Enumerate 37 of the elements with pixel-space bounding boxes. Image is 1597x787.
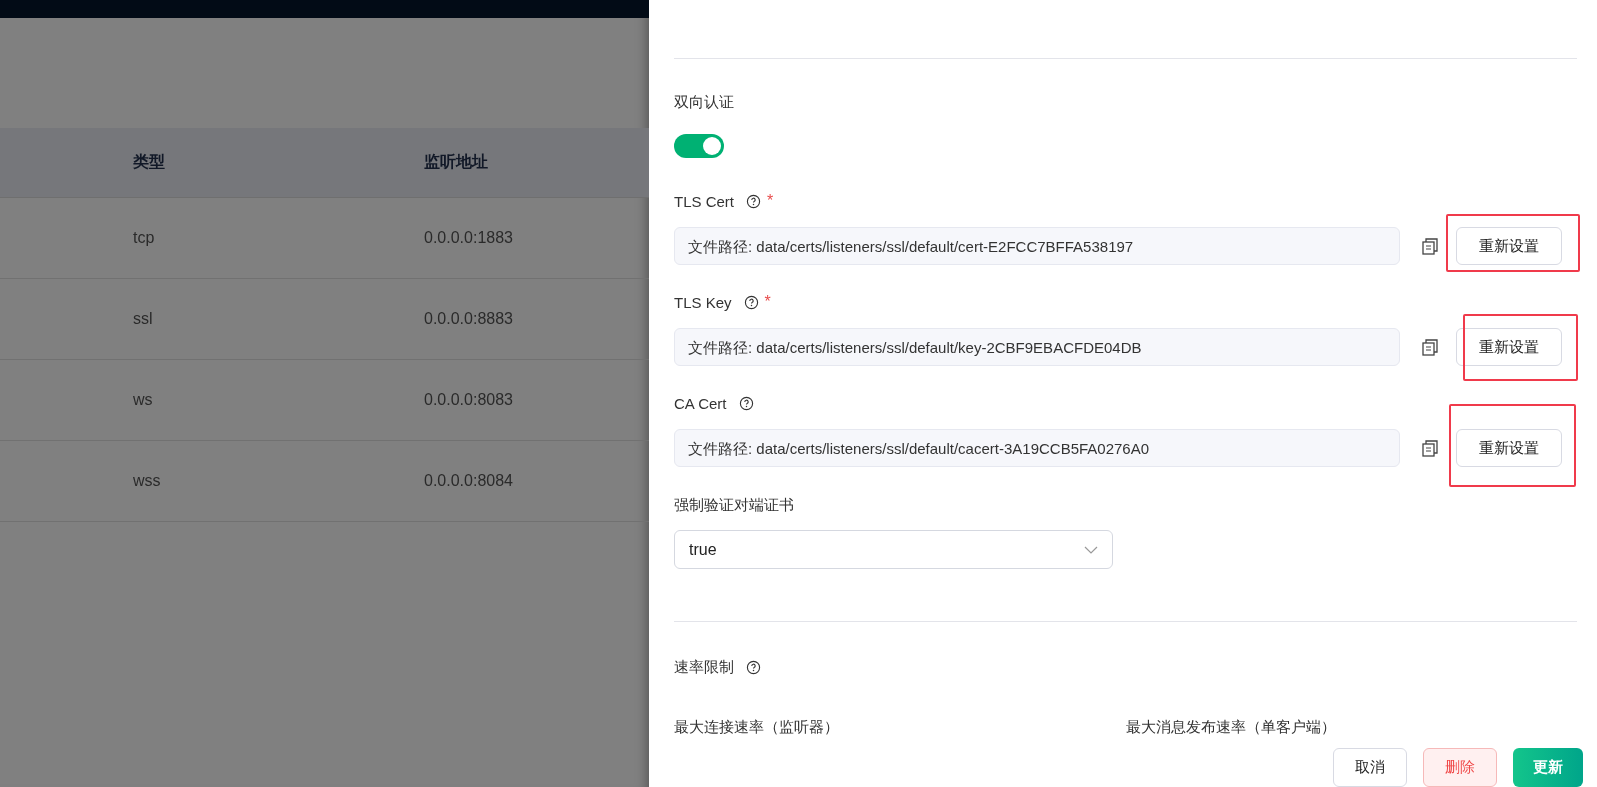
field-label: TLS Cert [674,192,734,210]
table-cell: 0.0.0.0:1883 [424,229,513,247]
help-icon[interactable] [746,193,761,209]
help-icon[interactable] [743,294,759,310]
column-header: 监听地址 [424,152,488,172]
cancel-button[interactable]: 取消 [1333,748,1407,787]
file-path-field[interactable]: 文件路径: data/certs/listeners/ssl/default/key-2CBF9EBACFDE04DB [674,328,1400,366]
help-icon[interactable] [746,659,761,675]
table-cell: 0.0.0.0:8084 [424,472,513,490]
required-mark: * [764,293,771,311]
table-cell-text: tcp [133,229,156,247]
table-cell: 0.0.0.0:8083 [424,391,513,409]
table-cell-text: wss [133,472,162,490]
table-cell-text: ssl [133,310,154,328]
column-header: 类型 [133,152,166,172]
table-cell: 0.0.0.0:8883 [424,310,513,328]
select-field[interactable]: true [674,530,1113,569]
copy-icon[interactable] [1420,337,1440,357]
chevron-down-icon [1084,545,1098,554]
copy-icon[interactable] [1420,236,1440,256]
toggle-switch[interactable] [674,134,724,158]
table-cell-text: ws [133,391,154,409]
field-label: 最大连接速率（监听器） [674,718,840,737]
field-label: 强制验证对端证书 [674,496,795,515]
reset-button[interactable]: 重新设置 [1456,328,1562,366]
file-path-field[interactable]: 文件路径: data/certs/listeners/ssl/default/cert-E2FCC7BFFA538197 [674,227,1400,265]
field-label: TLS Key [674,293,732,311]
field-label: CA Cert [674,394,727,412]
field-label: 双向认证 [674,93,735,112]
help-icon[interactable] [738,395,754,411]
required-mark: * [767,192,774,210]
reset-button[interactable]: 重新设置 [1456,227,1562,265]
copy-icon[interactable] [1420,438,1440,458]
file-path-field[interactable]: 文件路径: data/certs/listeners/ssl/default/cacert-3A19CCB5FA0276A0 [674,429,1400,467]
field-label: 最大消息发布速率（单客户端） [1125,718,1337,737]
section-title: 速率限制 [674,657,734,677]
reset-button[interactable]: 重新设置 [1456,429,1562,467]
